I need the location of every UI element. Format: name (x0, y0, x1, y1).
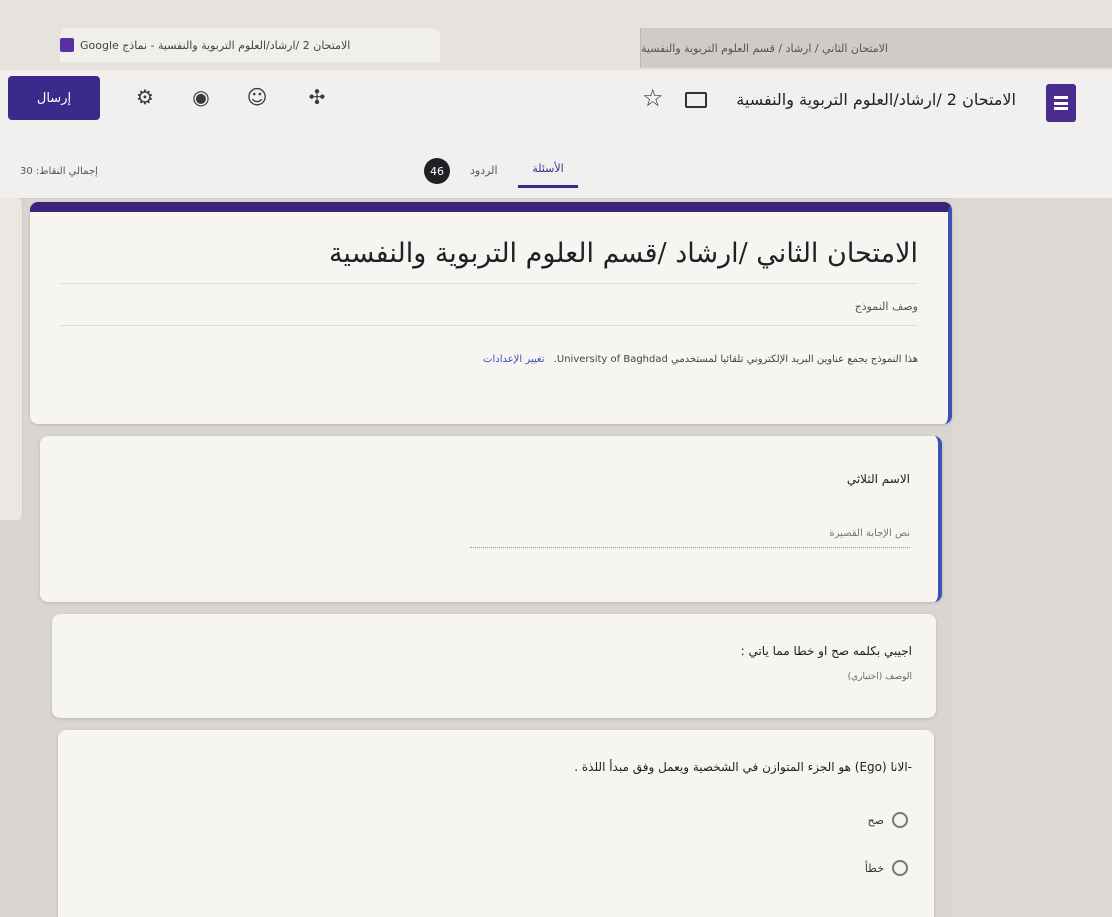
change-settings-link[interactable]: تغيير الإعدادات (483, 354, 544, 365)
active-tab-title: الامتحان 2 /ارشاد/العلوم التربوية والنفس… (80, 38, 351, 52)
option-true[interactable]: صح (868, 812, 908, 828)
option-label: صح (867, 813, 884, 827)
radio-icon[interactable] (892, 860, 908, 876)
form-description-field[interactable]: وصف النموذج (60, 300, 918, 326)
question-card-ego[interactable]: -الانا (Ego) هو الجزء المتوازن في الشخصي… (58, 730, 934, 917)
browser-tab-active[interactable]: الامتحان 2 /ارشاد/العلوم التربوية والنفس… (60, 28, 440, 62)
send-button[interactable]: إرسال (8, 76, 100, 120)
email-notice-text: هذا النموذج يجمع عناوين البريد الإلكترون… (553, 354, 918, 365)
option-false[interactable]: خطأ (865, 860, 908, 876)
form-title-card[interactable]: الامتحان الثاني /ارشاد /قسم العلوم الترب… (30, 202, 952, 424)
folder-icon[interactable] (685, 92, 707, 108)
side-panel-edge (0, 198, 23, 520)
radio-icon[interactable] (892, 812, 908, 828)
email-collection-notice: هذا النموذج يجمع عناوين البريد الإلكترون… (60, 354, 918, 365)
palette-icon[interactable]: ☺ (244, 84, 270, 110)
editor-tabs: إجمالي النقاط: 30 46 الردود الأسئلة (0, 148, 1112, 199)
short-answer-placeholder: نص الإجابة القصيرة (470, 528, 910, 548)
total-points: إجمالي النقاط: 30 (20, 166, 98, 177)
section-description[interactable]: الوصف (اختياري) (82, 672, 912, 682)
option-label: خطأ (864, 861, 884, 875)
tab-responses[interactable]: الردود (470, 164, 498, 177)
form-title[interactable]: الامتحان الثاني /ارشاد /قسم العلوم الترب… (60, 238, 918, 284)
gear-icon[interactable]: ⚙ (132, 84, 158, 110)
form-doc-title[interactable]: الامتحان 2 /ارشاد/العلوم التربوية والنفس… (736, 90, 1016, 109)
inactive-tab-title: الامتحان الثاني / ارشاد / قسم العلوم الت… (641, 41, 888, 55)
forms-doc-icon[interactable] (1046, 84, 1076, 122)
right-background (952, 198, 1112, 917)
section-title[interactable]: اجيبي بكلمه صح او خطا مما ياتي : (82, 644, 912, 658)
forms-header: إرسال ⚙ ◉ ☺ ✣ ☆ الامتحان 2 /ارشاد/العلوم… (0, 70, 1112, 148)
star-icon[interactable]: ☆ (642, 84, 664, 112)
question-card-name[interactable]: الاسم الثلاثي نص الإجابة القصيرة (40, 436, 942, 602)
browser-tab-inactive[interactable]: الامتحان الثاني / ارشاد / قسم العلوم الت… (640, 28, 1112, 68)
browser-tab-strip: الامتحان 2 /ارشاد/العلوم التربوية والنفس… (0, 0, 1112, 70)
forms-tab-icon (60, 38, 74, 52)
question-title[interactable]: الاسم الثلاثي (70, 472, 910, 486)
responses-count-badge: 46 (424, 158, 450, 184)
addon-icon[interactable]: ✣ (304, 84, 330, 110)
tab-questions[interactable]: الأسئلة (518, 162, 578, 188)
question-text[interactable]: -الانا (Ego) هو الجزء المتوازن في الشخصي… (88, 760, 912, 774)
title-description-card[interactable]: اجيبي بكلمه صح او خطا مما ياتي : الوصف (… (52, 614, 936, 718)
eye-icon[interactable]: ◉ (188, 84, 214, 110)
